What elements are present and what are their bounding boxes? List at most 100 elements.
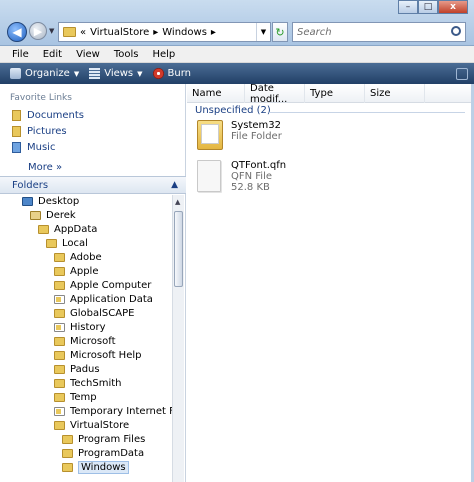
tree-item-label: Desktop [38, 196, 80, 207]
tree-item[interactable]: Desktop [22, 195, 79, 208]
group-header[interactable]: Unspecified (2) [195, 105, 271, 116]
close-button[interactable]: x [438, 0, 468, 14]
breadcrumb-separator[interactable]: ▸ [153, 27, 158, 38]
tree-item[interactable]: Microsoft Help [54, 349, 141, 362]
menu-view[interactable]: View [76, 49, 100, 60]
menu-file[interactable]: File [12, 49, 29, 60]
views-button[interactable]: Views ▼ [89, 68, 143, 79]
menu-help[interactable]: Help [152, 49, 175, 60]
maximize-button[interactable]: □ [418, 0, 438, 14]
tree-item-label: Microsoft [70, 336, 116, 347]
tree-item[interactable]: Windows [62, 461, 129, 474]
burn-button[interactable]: Burn [152, 68, 192, 79]
favorite-music[interactable]: Music [12, 142, 55, 153]
organize-button[interactable]: Organize ▼ [10, 68, 79, 79]
address-bar[interactable]: « VirtualStore ▸ Windows ▸ ▼ [58, 22, 271, 42]
tree-item[interactable]: Application Data [54, 293, 153, 306]
favorite-label: Pictures [27, 126, 67, 137]
tree-item-label: Application Data [70, 294, 153, 305]
tree-item[interactable]: Apple Computer [54, 279, 151, 292]
folder-icon [197, 120, 223, 152]
search-input[interactable]: Search [292, 22, 466, 42]
chevron-down-icon[interactable]: ▼ [256, 23, 270, 41]
tree-item[interactable]: History [54, 321, 106, 334]
organize-icon [10, 68, 21, 79]
folder-icon [54, 309, 65, 318]
tree-scrollbar[interactable]: ▲ [172, 195, 184, 482]
column-label: Size [370, 88, 391, 99]
column-date-modified[interactable]: Date modif... [245, 83, 305, 105]
favorite-label: Documents [27, 110, 85, 121]
burn-icon [152, 68, 164, 79]
menu-tools[interactable]: Tools [114, 49, 139, 60]
file-type: QFN File [231, 171, 273, 182]
title-bar: – □ x ◀ ▶ ▼ « VirtualStore ▸ Windows ▸ ▼… [0, 0, 474, 46]
search-icon[interactable] [451, 26, 461, 36]
folder-icon [54, 365, 65, 374]
tree-item[interactable]: Temp [54, 391, 97, 404]
menu-edit[interactable]: Edit [43, 49, 62, 60]
tree-item-label: Apple Computer [70, 280, 152, 291]
column-size[interactable]: Size [365, 84, 425, 103]
tree-item[interactable]: Temporary Internet Files [54, 405, 172, 418]
breadcrumb-windows[interactable]: Windows [162, 27, 207, 38]
scroll-up-icon[interactable]: ▲ [175, 198, 180, 206]
burn-label: Burn [167, 68, 192, 79]
tree-item-label: Program Files [78, 434, 146, 445]
tree-item[interactable]: AppData [38, 223, 97, 236]
pictures-icon [12, 126, 21, 137]
help-icon[interactable] [456, 67, 468, 80]
favorite-pictures[interactable]: Pictures [12, 126, 67, 137]
tree-item[interactable]: Microsoft [54, 335, 116, 348]
scrollbar-thumb[interactable] [174, 211, 183, 287]
address-overflow[interactable]: « [80, 27, 86, 38]
music-icon [12, 142, 21, 153]
organize-label: Organize [25, 68, 70, 79]
tree-item[interactable]: Derek [30, 209, 76, 222]
folder-icon [46, 239, 57, 248]
list-item[interactable]: System32 File Folder [197, 120, 282, 152]
column-name[interactable]: Name [187, 84, 245, 103]
tree-item-label: AppData [54, 224, 98, 235]
file-icon [197, 160, 223, 192]
favorite-more-link[interactable]: More » [28, 162, 62, 173]
user-folder-icon [30, 211, 41, 220]
column-type[interactable]: Type [305, 84, 365, 103]
tree-item[interactable]: Apple [54, 265, 98, 278]
list-item[interactable]: QTFont.qfn QFN File 52.8 KB [197, 160, 286, 193]
tree-item[interactable]: TechSmith [54, 377, 122, 390]
back-button[interactable]: ◀ [7, 22, 27, 42]
shortcut-folder-icon [54, 407, 65, 416]
tree-item[interactable]: Adobe [54, 251, 102, 264]
breadcrumb-separator[interactable]: ▸ [211, 27, 216, 38]
file-name: System32 [231, 120, 282, 131]
breadcrumb-virtualstore[interactable]: VirtualStore [90, 27, 149, 38]
folder-icon [54, 337, 65, 346]
tree-item[interactable]: Padus [54, 363, 100, 376]
chevron-down-icon: ▼ [73, 69, 80, 78]
file-type: File Folder [231, 131, 282, 142]
tree-item[interactable]: Program Files [62, 433, 145, 446]
forward-button[interactable]: ▶ [29, 22, 47, 40]
tree-item[interactable]: GlobalSCAPE [54, 307, 134, 320]
favorite-documents[interactable]: Documents [12, 110, 84, 121]
refresh-button[interactable]: ↻ [272, 22, 288, 42]
folder-icon [38, 225, 49, 234]
tree-item[interactable]: VirtualStore [54, 419, 129, 432]
recent-pages-dropdown[interactable]: ▼ [49, 27, 54, 35]
chevron-up-icon[interactable]: ▲ [171, 180, 178, 190]
command-bar: Organize ▼ Views ▼ Burn [0, 63, 474, 84]
file-name: QTFont.qfn [231, 160, 287, 171]
documents-icon [12, 110, 21, 121]
file-list-pane: Name Date modif... Type Size Unspecified… [187, 83, 474, 482]
tree-item[interactable]: Local [46, 237, 88, 250]
folder-icon [54, 281, 65, 290]
navigation-pane: Favorite Links Documents Pictures Music … [0, 84, 186, 482]
tree-item-label: Local [62, 238, 88, 249]
folder-icon [54, 351, 65, 360]
minimize-button[interactable]: – [398, 0, 418, 14]
folders-header[interactable]: Folders ▲ [0, 176, 186, 194]
tree-item-label: ProgramData [78, 448, 145, 459]
tree-item[interactable]: ProgramData [62, 447, 144, 460]
arrow-left-icon: ◀ [12, 25, 22, 39]
